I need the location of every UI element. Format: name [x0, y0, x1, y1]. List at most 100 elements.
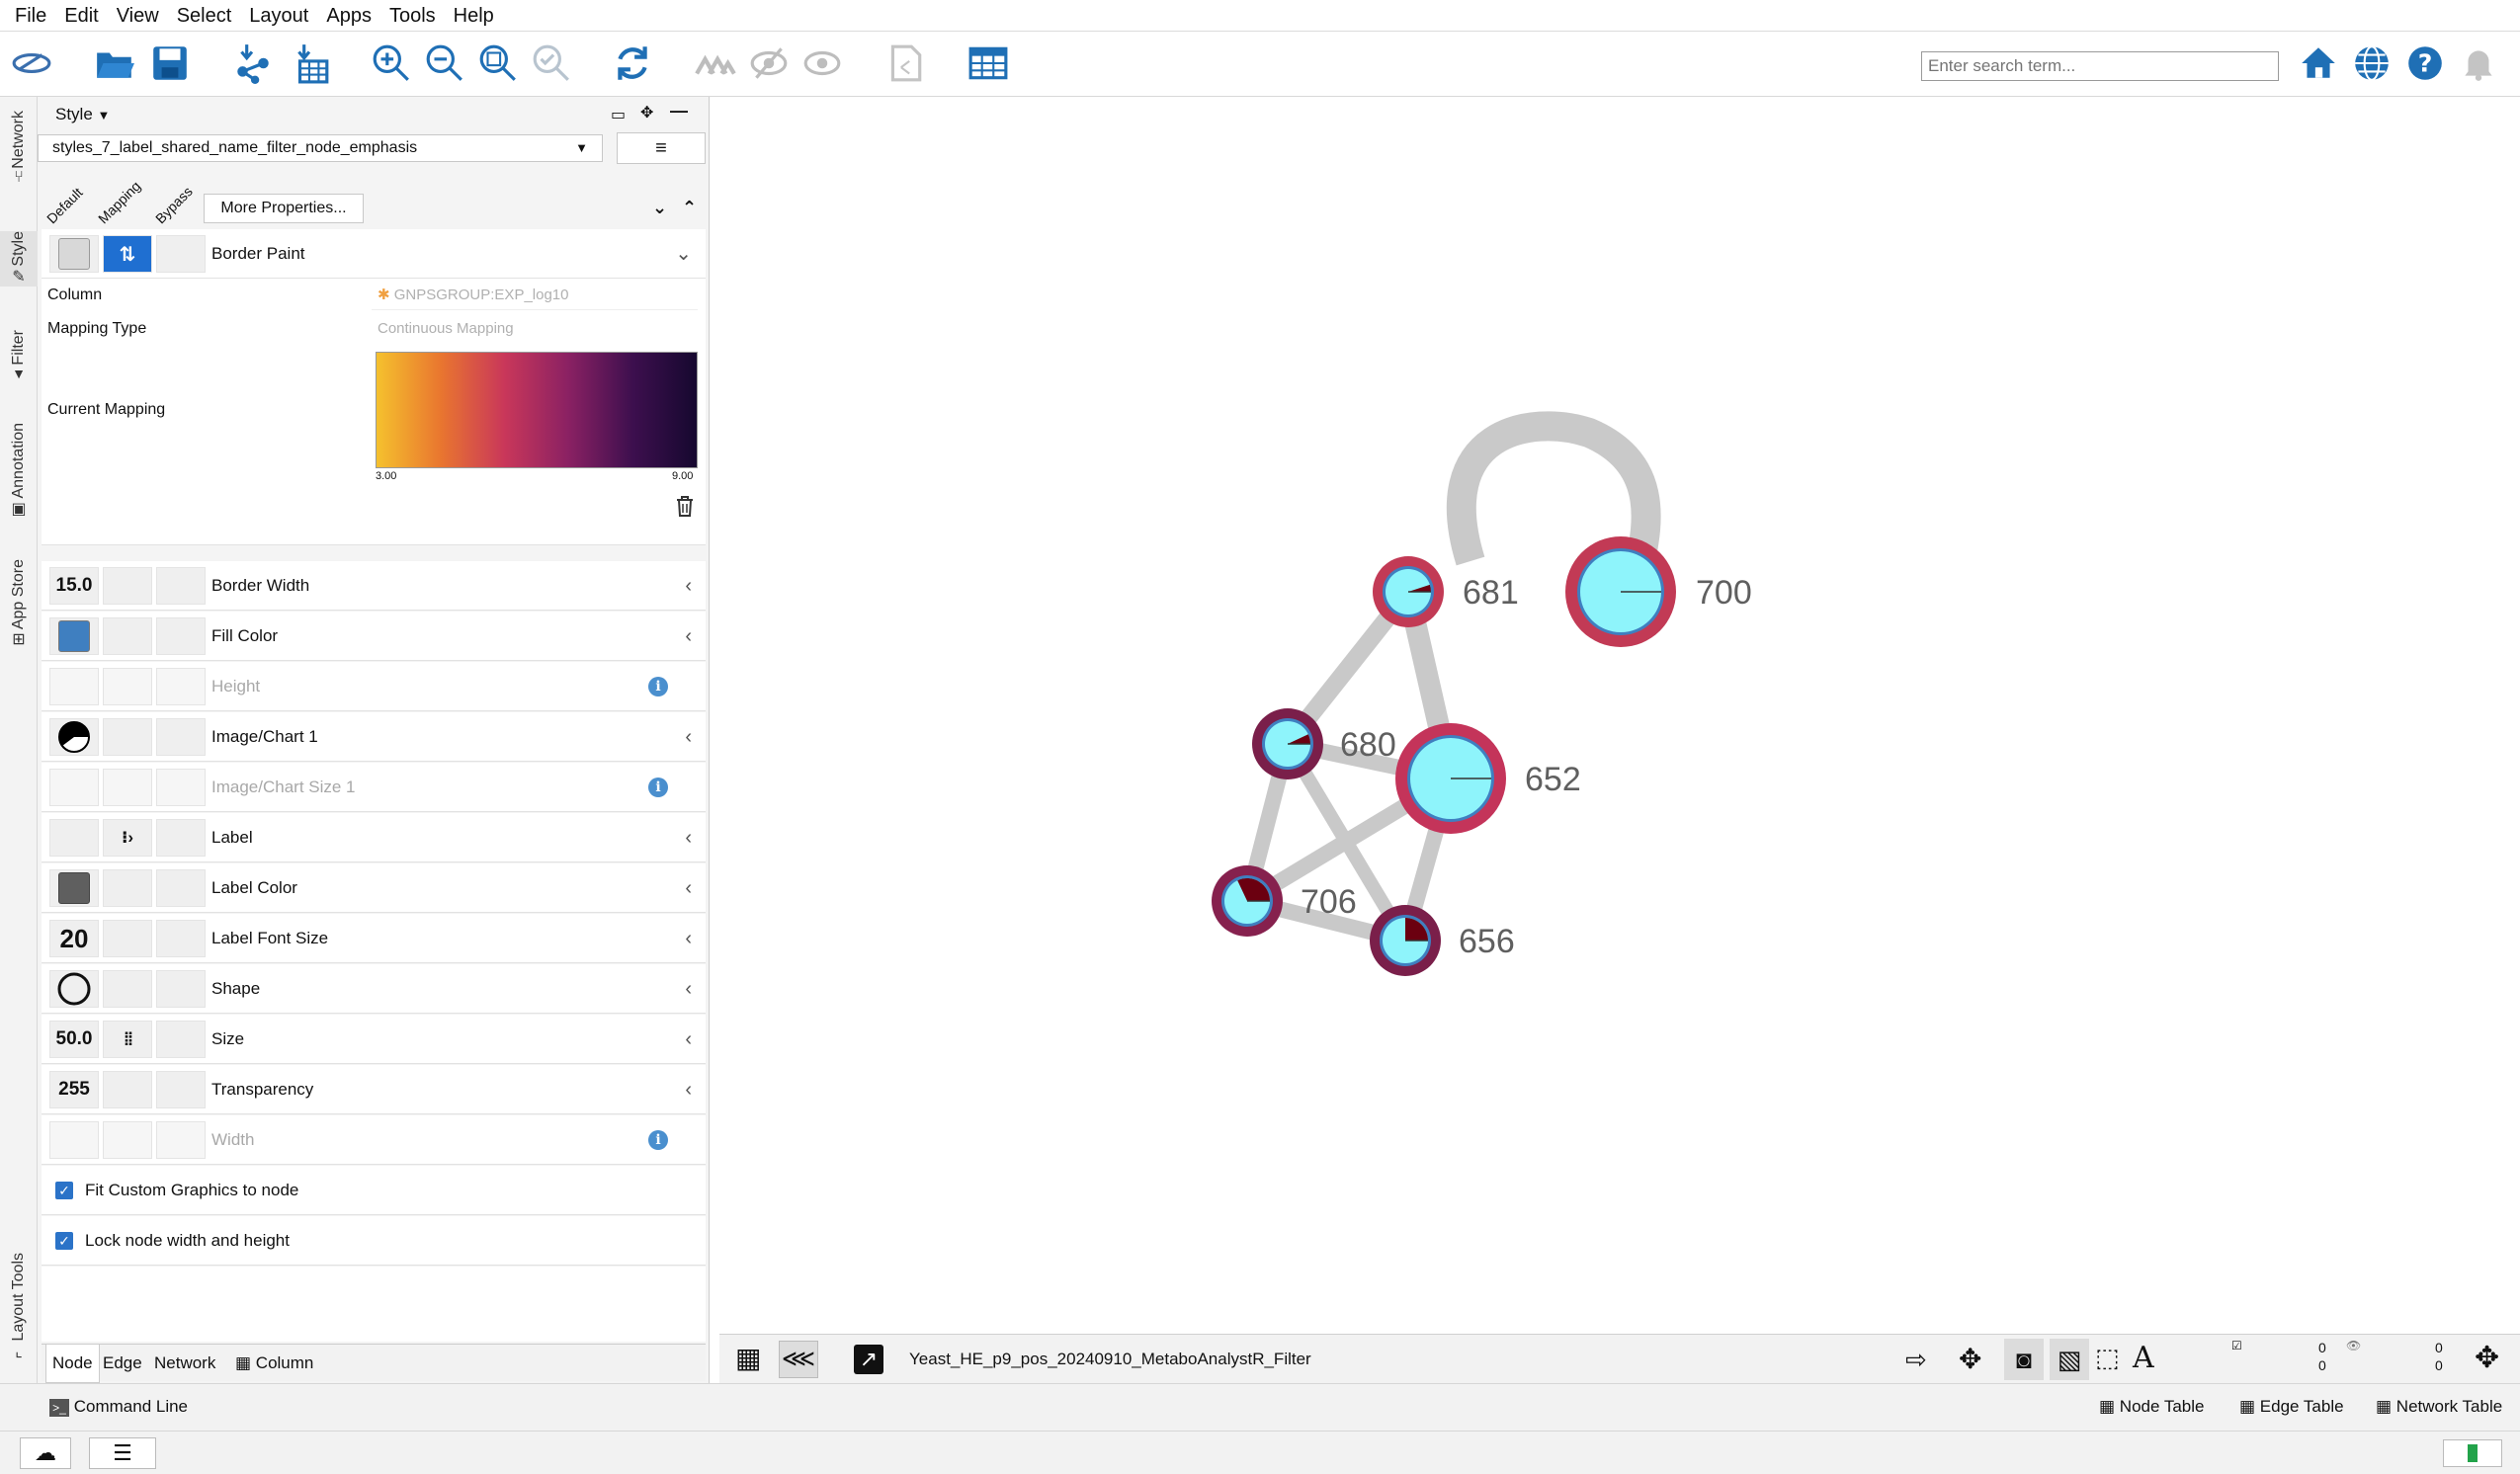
lock-node-size-checkbox-row[interactable]: ✓ Lock node width and height — [42, 1216, 706, 1266]
select-labels-icon[interactable]: A — [2133, 1341, 2154, 1375]
cloud-icon[interactable]: ☁ — [20, 1437, 71, 1469]
style-select[interactable]: styles_7_label_shared_name_filter_node_e… — [38, 134, 603, 162]
chevron-left-icon[interactable]: ‹ — [685, 813, 692, 862]
float-window-icon[interactable]: ▭ — [611, 105, 626, 124]
default-border-paint-swatch[interactable] — [49, 235, 99, 273]
globe-icon[interactable] — [2348, 40, 2395, 87]
side-tab-annotation[interactable]: Annotation ▣ — [0, 423, 38, 519]
chevron-left-icon[interactable]: ‹ — [685, 914, 692, 963]
minimize-icon[interactable]: — — [670, 101, 688, 122]
property-row-image-chart-1[interactable]: Image/Chart 1 ‹ — [42, 712, 706, 762]
fit-custom-graphics-checkbox[interactable]: ✓ — [55, 1182, 73, 1199]
property-row-image-chart-size-1[interactable]: Image/Chart Size 1 i — [42, 763, 706, 812]
chevron-left-icon[interactable]: ‹ — [685, 561, 692, 611]
home-icon[interactable] — [2295, 40, 2342, 87]
edge-table-button[interactable]: ▦ Edge Table — [2239, 1384, 2344, 1430]
chevron-left-icon[interactable]: ‹ — [685, 1015, 692, 1064]
select-annotations-icon[interactable]: ⬚ — [2095, 1343, 2120, 1373]
tab-edge[interactable]: Edge — [103, 1345, 142, 1382]
pan-icon[interactable]: ✥ — [1959, 1343, 1981, 1375]
node-656[interactable]: 656 — [1370, 905, 1515, 976]
menu-file[interactable]: File — [6, 0, 55, 32]
chevron-down-icon[interactable]: ⌄ — [675, 229, 692, 279]
chevron-left-icon[interactable]: ‹ — [685, 612, 692, 661]
mapping-passthrough-icon[interactable]: ⁝› — [103, 819, 152, 857]
search-input[interactable] — [1921, 51, 2279, 81]
default-fill-color-swatch[interactable] — [49, 617, 99, 655]
menu-apps[interactable]: Apps — [317, 0, 380, 32]
zoom-out-icon[interactable] — [421, 40, 468, 87]
chevron-left-icon[interactable]: ‹ — [685, 1065, 692, 1114]
new-network-icon[interactable] — [882, 40, 929, 87]
menu-view[interactable]: View — [108, 0, 168, 32]
expand-all-icon[interactable]: ⌃ — [682, 198, 697, 218]
property-row-label-color[interactable]: Label Color ‹ — [42, 863, 706, 913]
side-tab-style[interactable]: Style ✎ — [0, 231, 38, 287]
save-icon[interactable] — [146, 40, 194, 87]
menu-edit[interactable]: Edit — [55, 0, 107, 32]
zoom-in-icon[interactable] — [368, 40, 415, 87]
property-row-label-font-size[interactable]: 20 Label Font Size ‹ — [42, 914, 706, 963]
style-panel-header[interactable]: Style ▼ — [55, 105, 110, 124]
default-label-color-swatch[interactable] — [49, 869, 99, 907]
property-row-border-paint[interactable]: ⇅ Border Paint ⌄ — [42, 229, 706, 279]
fit-custom-graphics-checkbox-row[interactable]: ✓ Fit Custom Graphics to node — [42, 1166, 706, 1215]
info-icon[interactable]: i — [648, 1130, 668, 1150]
bypass-border-paint-cell[interactable] — [156, 235, 206, 273]
menu-select[interactable]: Select — [168, 0, 241, 32]
select-nodes-icon[interactable]: ◙ — [2004, 1339, 2044, 1380]
tab-node[interactable]: Node — [45, 1345, 100, 1383]
info-icon[interactable]: i — [648, 778, 668, 797]
network-view[interactable]: 681 700 680 652 706 656 — [719, 97, 2520, 1334]
command-line-toggle[interactable]: >_ Command Line — [49, 1384, 188, 1430]
grid-view-icon[interactable]: ▦ — [735, 1345, 761, 1372]
select-edges-icon[interactable]: ▧ — [2050, 1339, 2089, 1380]
property-row-label[interactable]: ⁝› Label ‹ — [42, 813, 706, 862]
mapping-type-select[interactable]: Continuous Mapping — [372, 314, 698, 344]
tab-network[interactable]: Network — [154, 1345, 215, 1382]
side-tab-layout-tools[interactable]: Layout Tools ⌞ — [0, 1253, 38, 1361]
menu-tools[interactable]: Tools — [380, 0, 445, 32]
first-neighbors-icon[interactable] — [692, 40, 739, 87]
detach-view-icon[interactable]: ↗ — [854, 1345, 883, 1374]
property-row-size[interactable]: 50.0 ⁞⁞ Size ‹ — [42, 1015, 706, 1064]
chevron-left-icon[interactable]: ‹ — [685, 863, 692, 913]
mapping-continuous-icon[interactable]: ⇅ — [103, 235, 152, 273]
collapse-all-icon[interactable]: ⌄ — [652, 198, 667, 218]
default-transparency-cell[interactable]: 255 — [49, 1071, 99, 1108]
notification-bell-icon[interactable] — [2455, 40, 2502, 87]
export-icon[interactable]: ⇨ — [1905, 1345, 1927, 1375]
style-options-menu-button[interactable]: ≡ — [617, 132, 706, 164]
property-row-border-width[interactable]: 15.0 Border Width ‹ — [42, 561, 706, 611]
import-table-icon[interactable] — [287, 40, 334, 87]
side-tab-network[interactable]: Network ⑂ — [0, 111, 38, 187]
menu-help[interactable]: Help — [445, 0, 503, 32]
navigator-icon[interactable]: ✥ — [2475, 1341, 2499, 1375]
default-shape-ellipse-icon[interactable] — [49, 970, 99, 1008]
info-icon[interactable]: i — [648, 677, 668, 696]
menu-layout[interactable]: Layout — [240, 0, 317, 32]
property-row-shape[interactable]: Shape ‹ — [42, 964, 706, 1014]
cytoscape-logo-icon[interactable] — [8, 40, 55, 87]
default-size-cell[interactable]: 50.0 — [49, 1021, 99, 1058]
chevron-left-icon[interactable]: ‹ — [685, 964, 692, 1014]
default-border-width-cell[interactable]: 15.0 — [49, 567, 99, 605]
property-row-width[interactable]: Width i — [42, 1115, 706, 1165]
default-pie-chart-icon[interactable] — [49, 718, 99, 756]
share-network-icon[interactable]: ⋘ — [779, 1341, 818, 1378]
zoom-selected-icon[interactable] — [528, 40, 575, 87]
help-icon[interactable]: ? — [2401, 40, 2449, 87]
continuous-mapping-gradient[interactable] — [376, 352, 698, 468]
network-table-button[interactable]: ▦ Network Table — [2376, 1384, 2502, 1430]
node-652[interactable]: 652 — [1395, 723, 1581, 834]
default-label-font-size-cell[interactable]: 20 — [49, 920, 99, 957]
memory-indicator[interactable] — [2443, 1439, 2502, 1467]
show-icon[interactable] — [798, 40, 846, 87]
node-table-button[interactable]: ▦ Node Table — [2099, 1384, 2205, 1430]
more-properties-button[interactable]: More Properties... — [204, 194, 364, 223]
task-list-icon[interactable]: ☰ — [89, 1437, 156, 1469]
side-tab-filter[interactable]: Filter ▼ — [0, 330, 38, 381]
tab-column[interactable]: ▦ Column — [235, 1345, 313, 1382]
table-icon[interactable] — [965, 40, 1012, 87]
node-681[interactable]: 681 — [1373, 556, 1519, 627]
